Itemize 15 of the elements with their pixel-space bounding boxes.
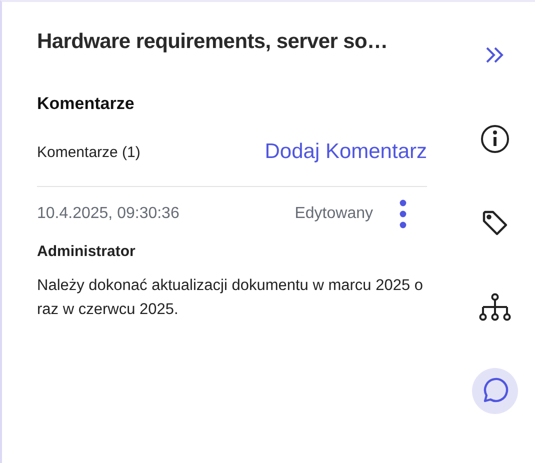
collapse-icon[interactable] [485,46,505,64]
comment-count: Komentarze (1) [37,144,140,160]
info-icon[interactable] [480,124,510,154]
tag-icon[interactable] [482,210,508,236]
more-options-icon[interactable] [399,199,407,229]
panel-title: Hardware requirements, server so… [37,30,389,54]
chat-bubble-icon [481,377,509,405]
comment-date: 10.4.2025, 09:30:36 [37,205,180,223]
comment-text: Należy dokonać aktualizacji dokumentu w marcu 2025 oraz w czerwcu 2025. [37,276,424,320]
rail-button[interactable] [472,368,518,414]
add-comment-link[interactable]: Dodaj Komentarz [264,140,427,164]
edited-label: Edytowany [294,205,373,223]
hierarchy-icon[interactable] [479,293,511,321]
section-title: Komentarze [37,94,136,114]
comment-author: Administrator [37,243,136,260]
